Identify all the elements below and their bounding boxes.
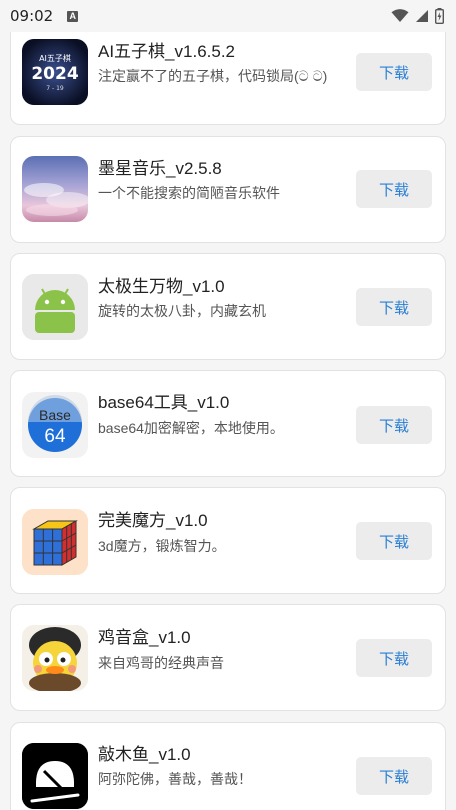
gomoku-2024-icon: AI五子棋 2024 7 - 19 (22, 39, 88, 105)
signal-icon (416, 10, 428, 22)
app-card[interactable]: 太极生万物_v1.0 旋转的太极八卦，内藏玄机 下载 (10, 253, 446, 360)
wooden-fish-icon (22, 743, 88, 809)
base64-icon-top-text: Base (39, 407, 71, 423)
download-button[interactable]: 下载 (356, 170, 432, 208)
download-button[interactable]: 下载 (356, 288, 432, 326)
download-button[interactable]: 下载 (356, 639, 432, 677)
app-description: 3d魔方，锻炼智力。 (98, 538, 226, 554)
gomoku-icon-year-text: 2024 (31, 64, 78, 84)
wifi-icon (391, 9, 409, 22)
download-button[interactable]: 下载 (356, 406, 432, 444)
download-button[interactable]: 下载 (356, 53, 432, 91)
gomoku-icon-date-text: 7 - 19 (46, 85, 64, 92)
base64-icon: Base 64 (22, 392, 88, 458)
app-title: base64工具_v1.0 (98, 393, 230, 412)
status-bar: 09:02 A (0, 0, 456, 32)
battery-charging-icon (435, 8, 444, 24)
app-card[interactable]: 完美魔方_v1.0 3d魔方，锻炼智力。 下载 (10, 487, 446, 594)
app-title: 完美魔方_v1.0 (98, 511, 208, 530)
app-title: AI五子棋_v1.6.5.2 (98, 42, 236, 61)
android-icon (22, 274, 88, 340)
app-card[interactable]: 鸡音盒_v1.0 来自鸡哥的经典声音 下载 (10, 604, 446, 711)
chicken-cartoon-icon (22, 625, 88, 691)
app-title: 敲木鱼_v1.0 (98, 745, 191, 764)
app-title: 太极生万物_v1.0 (98, 277, 225, 296)
app-title: 鸡音盒_v1.0 (98, 628, 191, 647)
status-icons (391, 8, 444, 24)
app-card[interactable]: Base 64 base64工具_v1.0 base64加密解密，本地使用。 下… (10, 370, 446, 477)
app-description: 一个不能搜索的简陋音乐软件 (98, 185, 280, 201)
app-card[interactable]: 墨星音乐_v2.5.8 一个不能搜索的简陋音乐软件 下载 (10, 136, 446, 243)
gomoku-icon-top-text: AI五子棋 (39, 53, 71, 63)
app-card[interactable]: 敲木鱼_v1.0 阿弥陀佛，善哉，善哉！ 下载 (10, 722, 446, 810)
app-description: 注定赢不了的五子棋，代码锁局(ට ට) (98, 68, 328, 84)
app-description: 来自鸡哥的经典声音 (98, 655, 224, 671)
app-description: 阿弥陀佛，善哉，善哉！ (98, 771, 252, 787)
rubiks-cube-icon (22, 509, 88, 575)
a-icon: A (67, 10, 79, 22)
app-description: base64加密解密，本地使用。 (98, 420, 284, 436)
sky-music-icon (22, 156, 88, 222)
base64-icon-bottom-text: 64 (44, 426, 66, 447)
app-title: 墨星音乐_v2.5.8 (98, 159, 222, 178)
download-button[interactable]: 下载 (356, 522, 432, 560)
app-description: 旋转的太极八卦，内藏玄机 (98, 303, 266, 319)
app-card[interactable]: AI五子棋 2024 7 - 19 AI五子棋_v1.6.5.2 注定赢不了的五… (10, 18, 446, 125)
status-time: 09:02 (10, 7, 54, 25)
download-button[interactable]: 下载 (356, 757, 432, 795)
